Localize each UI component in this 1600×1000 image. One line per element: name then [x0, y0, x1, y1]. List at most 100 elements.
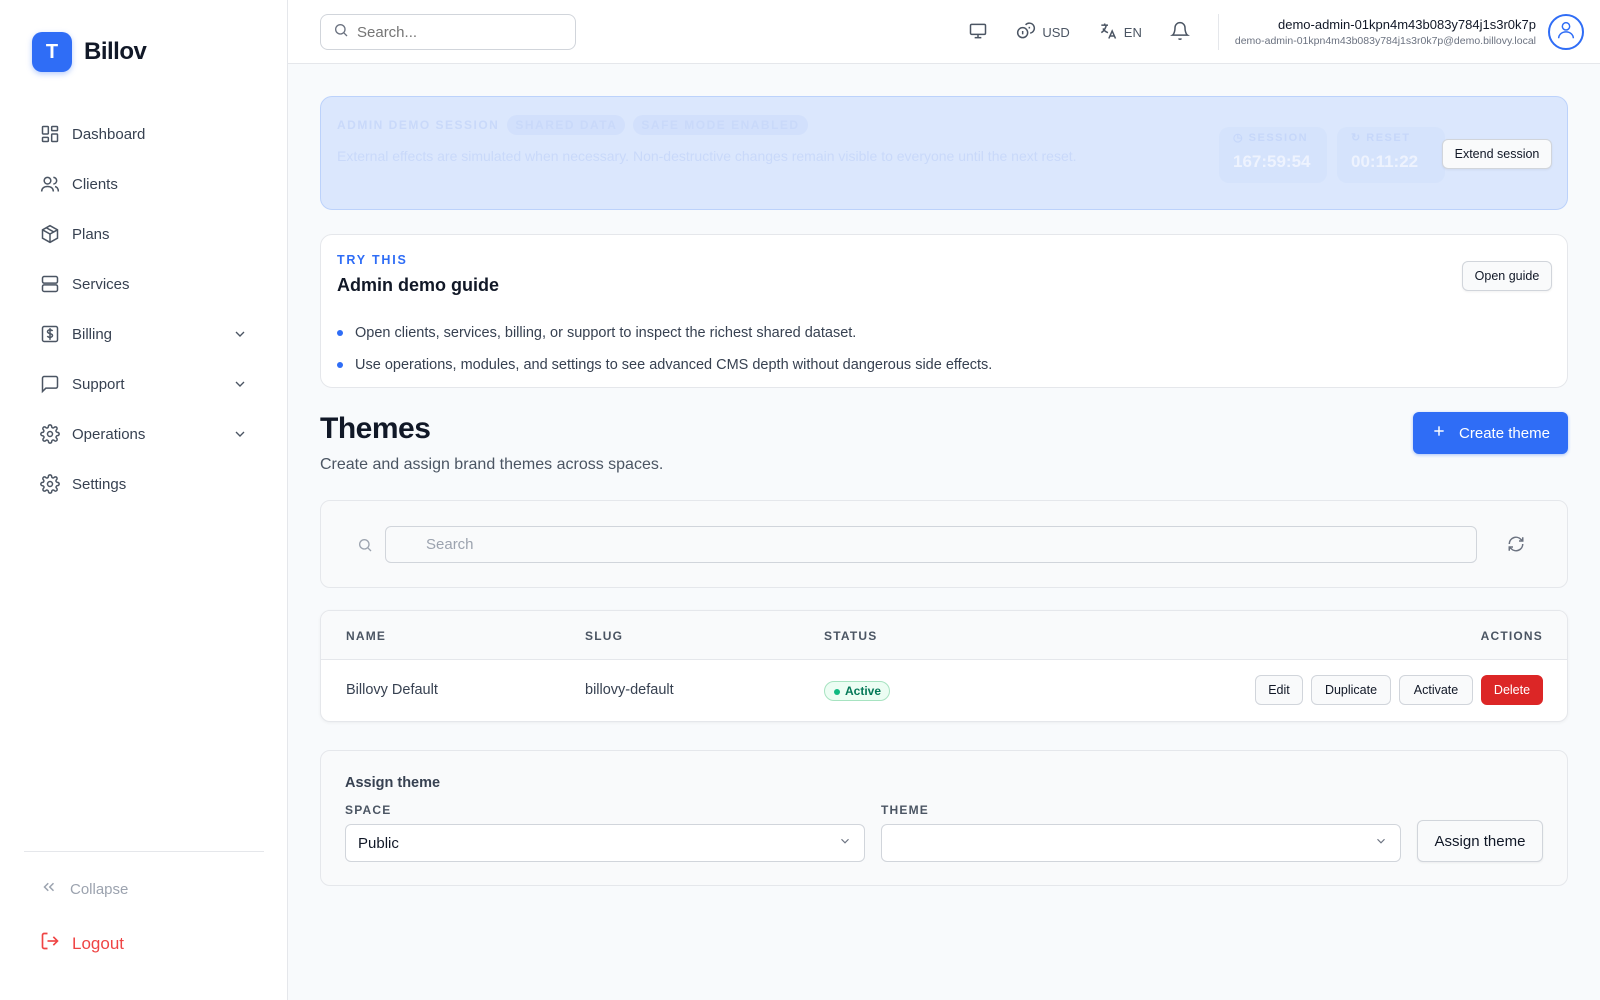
- demo-description: External effects are simulated when nece…: [337, 148, 1077, 164]
- logout-button[interactable]: Logout: [40, 931, 124, 956]
- reset-timer: ↻ RESET 00:11:22: [1337, 127, 1445, 183]
- avatar[interactable]: [1548, 14, 1584, 50]
- chevron-down-icon[interactable]: [232, 376, 248, 392]
- monitor-icon: [968, 21, 988, 44]
- sidebar: T Billov Dashboard Clients Plans Service…: [0, 0, 288, 1000]
- theme-name: Billovy Default: [346, 682, 438, 698]
- brand-name: Billov: [84, 38, 147, 65]
- sidebar-item-label: Dashboard: [72, 125, 146, 143]
- filter-card: [320, 500, 1568, 588]
- sidebar-item-dashboard[interactable]: Dashboard: [24, 109, 264, 159]
- demo-tag: SAFE MODE ENABLED: [633, 115, 808, 135]
- currency-selector[interactable]: USD: [1002, 12, 1083, 52]
- session-value: 167:59:54: [1233, 152, 1311, 171]
- column-header-name: NAME: [346, 629, 387, 643]
- themes-table: NAME SLUG STATUS ACTIONS Billovy Default…: [320, 610, 1568, 722]
- list-item: Use operations, modules, and settings to…: [337, 349, 992, 381]
- list-item: Open clients, services, billing, or supp…: [337, 317, 992, 349]
- theme-select[interactable]: [881, 824, 1401, 862]
- topbar-divider: [1217, 14, 1219, 50]
- create-theme-label: Create theme: [1459, 424, 1550, 442]
- chevron-down-icon[interactable]: [232, 426, 248, 442]
- chevrons-left-icon: [40, 878, 58, 900]
- dashboard-icon: [40, 124, 60, 144]
- language-selector[interactable]: EN: [1084, 12, 1156, 52]
- activate-button[interactable]: Activate: [1399, 675, 1473, 705]
- create-theme-button[interactable]: Create theme: [1413, 412, 1568, 454]
- user-email: demo-admin-01kpn4m43b083y784j1s3r0k7p@de…: [1234, 35, 1536, 47]
- assign-title: Assign theme: [345, 775, 441, 791]
- bullet-dot: [337, 330, 343, 336]
- topbar: USD EN demo-admin-01kpn4m43b083y784j1s3r…: [288, 0, 1600, 64]
- brand-logo: T: [32, 32, 72, 72]
- search-icon: [333, 22, 349, 42]
- open-guide-button[interactable]: Open guide: [1462, 261, 1552, 291]
- message-icon: [40, 374, 60, 394]
- chevron-down-icon[interactable]: [232, 326, 248, 342]
- bullet-dot: [337, 362, 343, 368]
- sidebar-item-label: Settings: [72, 475, 127, 493]
- global-search-input[interactable]: [357, 23, 557, 41]
- sidebar-item-label: Billing: [72, 325, 113, 343]
- column-header-status: STATUS: [824, 629, 878, 643]
- gear-icon: [40, 474, 60, 494]
- refresh-icon: ↻: [1351, 132, 1362, 144]
- clock-icon: ◷: [1233, 132, 1245, 144]
- gear-icon: [40, 424, 60, 444]
- collapse-label: Collapse: [70, 880, 129, 898]
- edit-button[interactable]: Edit: [1255, 675, 1303, 705]
- reset-value: 00:11:22: [1351, 152, 1419, 171]
- sidebar-item-label: Operations: [72, 425, 146, 443]
- notifications-button[interactable]: [1156, 12, 1204, 52]
- language-label: EN: [1123, 24, 1142, 40]
- plus-icon: [1431, 423, 1447, 443]
- collapse-button[interactable]: Collapse: [40, 878, 128, 900]
- sidebar-item-label: Plans: [72, 225, 110, 243]
- bell-icon: [1169, 21, 1190, 44]
- guide-list: Open clients, services, billing, or supp…: [337, 317, 992, 381]
- global-search[interactable]: [320, 14, 576, 50]
- coins-icon: [1016, 21, 1036, 44]
- status-badge: Active: [824, 681, 891, 701]
- sidebar-item-plans[interactable]: Plans: [24, 209, 264, 259]
- session-timer: ◷ SESSION 167:59:54: [1219, 127, 1327, 183]
- extend-session-button[interactable]: Extend session: [1442, 139, 1552, 169]
- demo-guide-card: TRY THIS Admin demo guide Open guide Ope…: [320, 234, 1568, 388]
- logout-icon: [40, 931, 60, 956]
- table-header: NAME SLUG STATUS ACTIONS: [321, 611, 1567, 660]
- user-info[interactable]: demo-admin-01kpn4m43b083y784j1s3r0k7p de…: [1235, 17, 1536, 47]
- assign-theme-button[interactable]: Assign theme: [1417, 820, 1543, 862]
- search-icon: [357, 537, 373, 558]
- sidebar-item-operations[interactable]: Operations: [24, 409, 264, 459]
- duplicate-button[interactable]: Duplicate: [1311, 675, 1391, 705]
- delete-button[interactable]: Delete: [1481, 675, 1543, 705]
- sidebar-item-support[interactable]: Support: [24, 359, 264, 409]
- refresh-icon[interactable]: [1507, 535, 1525, 558]
- package-icon: [40, 224, 60, 244]
- user-name: demo-admin-01kpn4m43b083y784j1s3r0k7p: [1277, 17, 1536, 32]
- sidebar-item-services[interactable]: Services: [24, 259, 264, 309]
- brand[interactable]: T Billov: [32, 32, 147, 72]
- space-label: SPACE: [345, 803, 392, 817]
- translate-icon: [1098, 21, 1118, 44]
- column-header-actions: ACTIONS: [1480, 629, 1543, 643]
- dollar-icon: [40, 324, 60, 344]
- space-select[interactable]: Public: [345, 824, 865, 862]
- users-icon: [40, 174, 60, 194]
- sidebar-item-clients[interactable]: Clients: [24, 159, 264, 209]
- demo-session-banner: ADMIN DEMO SESSION SHARED DATA SAFE MODE…: [320, 96, 1568, 210]
- chevron-down-icon: [838, 834, 852, 852]
- themes-search-input[interactable]: [385, 526, 1477, 563]
- theme-label: THEME: [881, 803, 929, 817]
- sidebar-item-settings[interactable]: Settings: [24, 459, 264, 509]
- column-header-slug: SLUG: [585, 629, 624, 643]
- page-subtitle: Create and assign brand themes across sp…: [320, 456, 664, 473]
- sidebar-item-billing[interactable]: Billing: [24, 309, 264, 359]
- demo-tag: ADMIN DEMO SESSION: [337, 118, 500, 132]
- page-title: Themes: [320, 412, 431, 445]
- currency-label: USD: [1042, 24, 1070, 40]
- theme-display-button[interactable]: [954, 12, 1002, 52]
- reset-label: ↻ RESET: [1351, 132, 1411, 144]
- topbar-actions: USD EN demo-admin-01kpn4m43b083y784j1s3r…: [954, 0, 1600, 64]
- chevron-down-icon: [1374, 834, 1388, 852]
